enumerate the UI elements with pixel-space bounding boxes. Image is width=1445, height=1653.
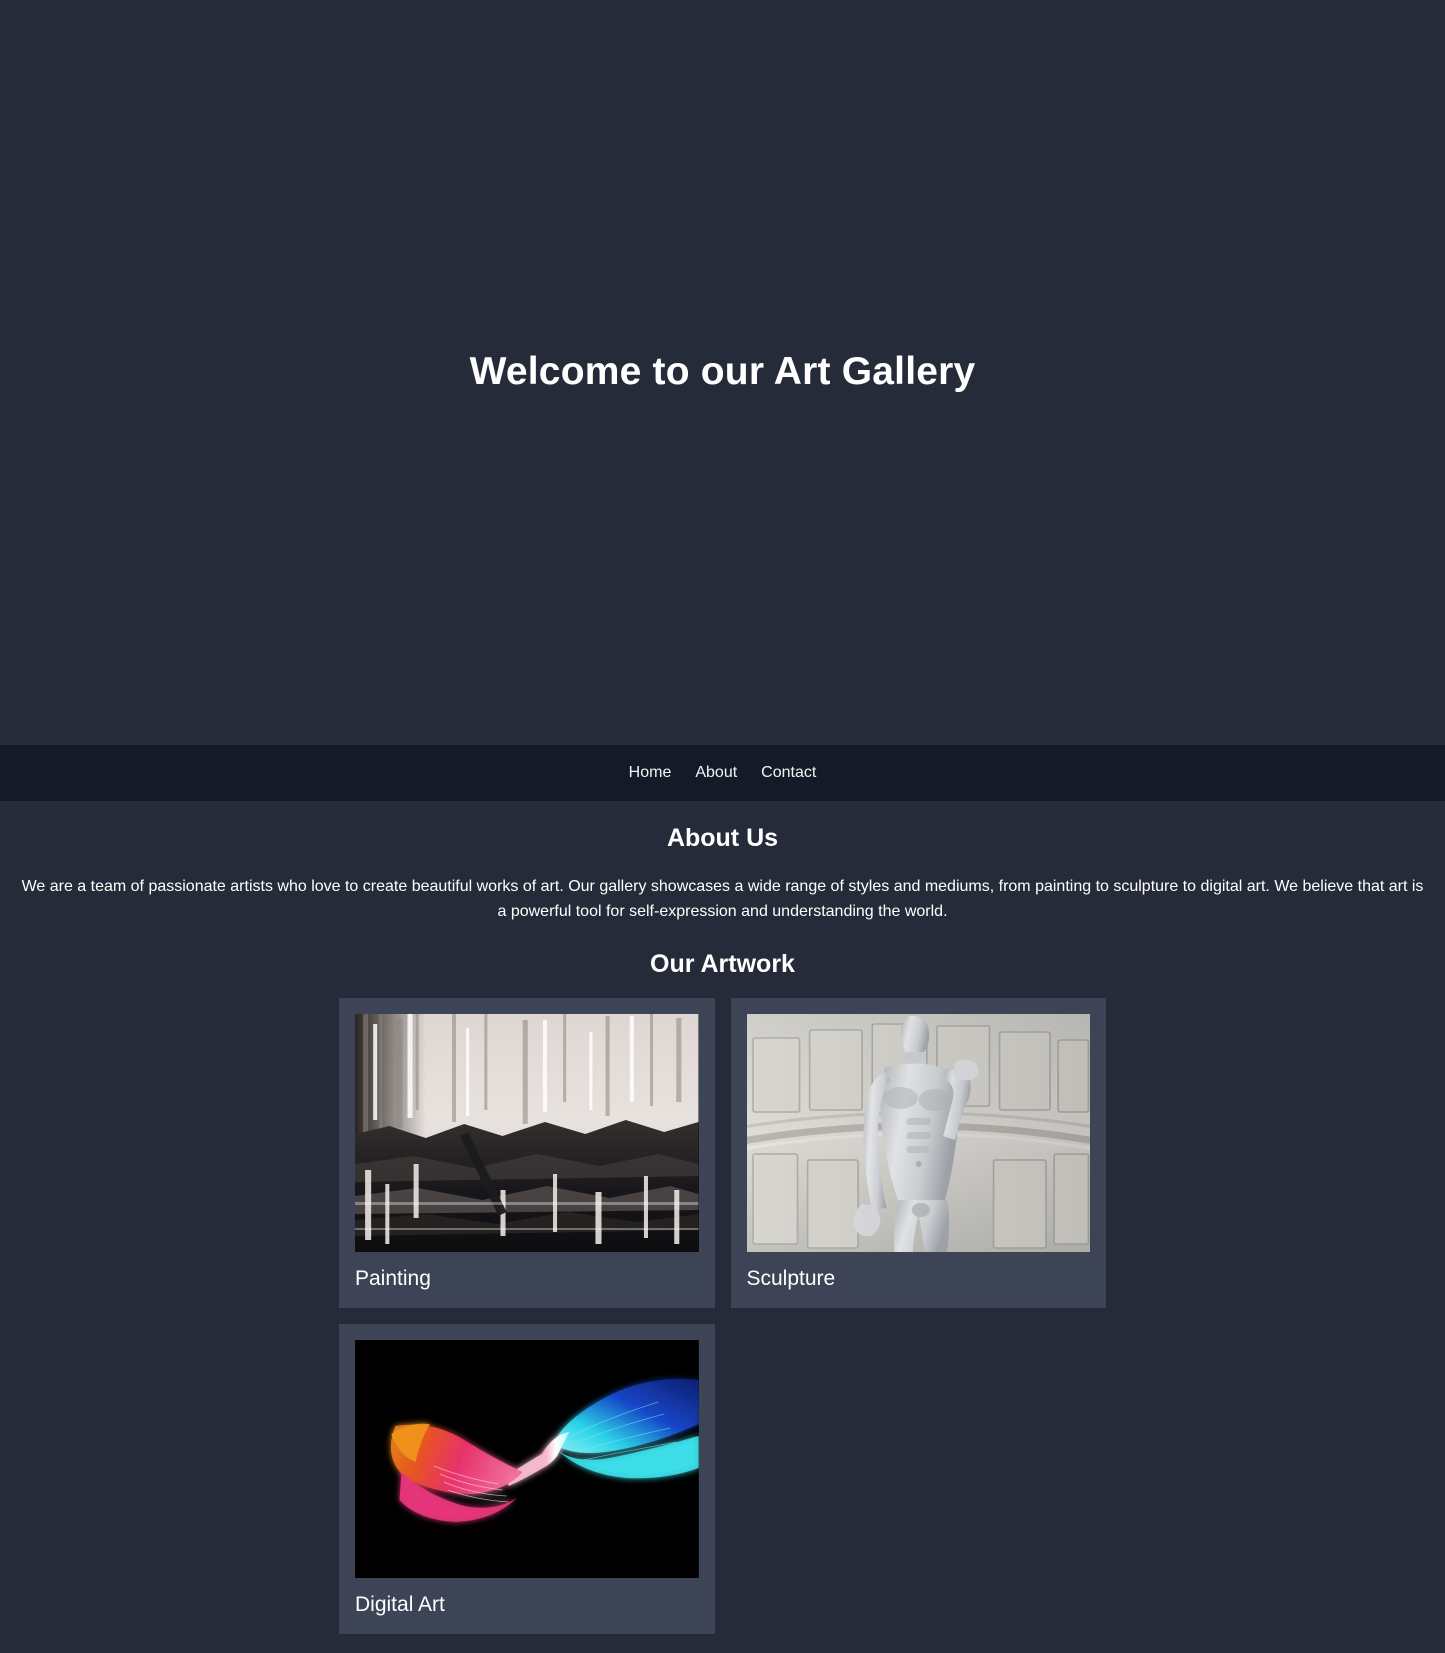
main-navigation: Home About Contact	[0, 745, 1445, 801]
artwork-card-title: Painting	[355, 1266, 431, 1290]
nav-link-about[interactable]: About	[695, 763, 737, 783]
page-title: Welcome to our Art Gallery	[469, 350, 976, 394]
about-section: About Us We are a team of passionate art…	[16, 823, 1429, 925]
marble-statue-david-sculpture-image	[746, 1013, 1090, 1252]
nav-item-about[interactable]: About	[695, 763, 737, 783]
artwork-card[interactable]: Digital Art	[339, 1323, 715, 1635]
nav-list: Home About Contact	[629, 763, 817, 783]
abstract-black-white-painting-image	[355, 1013, 699, 1252]
nav-link-home[interactable]: Home	[629, 763, 672, 783]
colorful-flowing-ribbon-digital-art-image	[355, 1339, 699, 1578]
artwork-card[interactable]: Sculpture	[730, 997, 1106, 1308]
nav-link-contact[interactable]: Contact	[761, 763, 816, 783]
about-heading: About Us	[666, 824, 779, 852]
artwork-grid: Painting Sculpture Digital Art	[339, 997, 1106, 1635]
artwork-section: Our Artwork Painting Sculpture Digital A…	[16, 949, 1429, 1635]
about-paragraph: We are a team of passionate artists who …	[21, 878, 1424, 920]
main-content: About Us We are a team of passionate art…	[0, 823, 1445, 1635]
nav-item-contact[interactable]: Contact	[761, 763, 816, 783]
artwork-card[interactable]: Painting	[339, 997, 715, 1308]
hero-section: Welcome to our Art Gallery	[0, 0, 1445, 745]
artwork-card-title: Sculpture	[746, 1266, 836, 1290]
artwork-heading: Our Artwork	[650, 949, 795, 978]
artwork-card-title: Digital Art	[355, 1592, 445, 1616]
nav-item-home[interactable]: Home	[629, 763, 672, 783]
